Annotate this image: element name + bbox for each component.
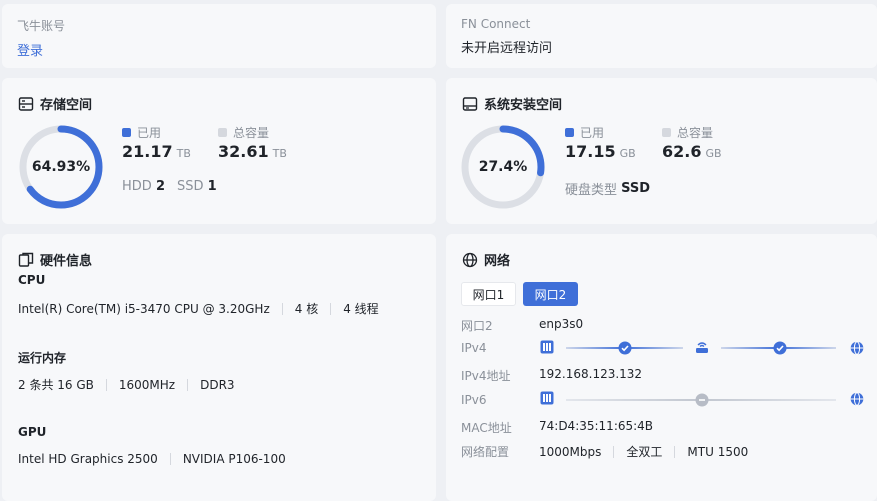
disk-counts: HDD 2 SSD 1 <box>122 179 217 194</box>
storage-total-value: 32.61 TB <box>218 142 287 161</box>
router-icon <box>696 342 708 353</box>
hardware-card[interactable]: 硬件信息 CPU Intel(R) Core(TM) i5-3470 CPU @… <box>2 234 436 501</box>
hardware-title-text: 硬件信息 <box>40 254 93 269</box>
cpu-info: Intel(R) Core(TM) i5-3470 CPU @ 3.20GHz … <box>18 300 379 317</box>
ipv4-label: IPv4 <box>461 341 487 355</box>
fn-connect-label: FN Connect <box>461 17 531 31</box>
ipv4-check-icon-2 <box>773 341 787 355</box>
login-link[interactable]: 登录 <box>17 40 43 59</box>
internet-globe-icon-ipv6 <box>850 392 864 406</box>
network-title: 网络 <box>462 250 510 269</box>
iface-value: enp3s0 <box>539 317 584 331</box>
ipv4-check-icon-1 <box>618 341 632 355</box>
fn-connect-status: 未开启远程访问 <box>461 41 553 56</box>
ipv6-label: IPv6 <box>461 393 487 407</box>
hardware-title: 硬件信息 <box>18 250 92 269</box>
memory-frequency: 1600MHz <box>118 377 176 392</box>
gpu-2: NVIDIA P106-100 <box>182 452 286 466</box>
memory-label: 运行内存 <box>18 351 67 365</box>
drive-icon <box>462 96 478 111</box>
storage-total-legend: 总容量 <box>218 124 269 141</box>
network-title-text: 网络 <box>484 254 511 269</box>
system-total-legend: 总容量 <box>662 124 713 141</box>
gpu-label: GPU <box>18 425 47 439</box>
system-used-value: 17.15 GB <box>565 142 636 161</box>
internet-globe-icon-ipv4 <box>850 341 864 355</box>
system-total-value: 62.6 GB <box>662 142 722 161</box>
storage-title: 存储空间 <box>18 94 92 113</box>
ipv6-disconnected-icon <box>695 393 709 407</box>
tab-port-1[interactable]: 网口1 <box>461 282 516 306</box>
globe-icon <box>462 252 478 267</box>
mac-address: 74:D4:35:11:65:4B <box>539 419 654 433</box>
mac-label: MAC地址 <box>461 421 512 435</box>
cpu-label: CPU <box>18 273 46 287</box>
gpu-1: Intel HD Graphics 2500 <box>18 452 158 466</box>
network-card[interactable]: 网络 网口1 网口2 网口2 enp3s0 IPv4 IPv4地址 192.16… <box>446 234 877 501</box>
nic-icon <box>540 340 554 354</box>
storage-used-value: 21.17 TB <box>122 142 191 161</box>
fn-connect-card[interactable]: FN Connect 未开启远程访问 <box>446 4 877 68</box>
ipv4-address: 192.168.123.132 <box>539 367 643 381</box>
link-speed: 1000Mbps <box>539 444 602 459</box>
disk-type: 硬盘类型 SSD <box>565 181 651 198</box>
memory-size: 2 条共 16 GB <box>18 378 94 392</box>
storage-percent: 64.93% <box>31 159 91 175</box>
iface-label: 网口2 <box>461 319 493 333</box>
system-percent: 27.4% <box>478 159 528 175</box>
cpu-threads: 4 线程 <box>343 302 379 316</box>
network-config: 1000Mbps 全双工 MTU 1500 <box>539 443 748 460</box>
system-space-title-text: 系统安装空间 <box>484 98 563 113</box>
system-gauge: 27.4% <box>460 124 546 210</box>
account-card: 飞牛账号 登录 <box>2 4 436 68</box>
storage-gauge: 64.93% <box>18 124 104 210</box>
system-used-legend: 已用 <box>565 124 604 141</box>
system-space-title: 系统安装空间 <box>462 94 562 113</box>
cpu-cores: 4 核 <box>294 302 319 316</box>
hardware-icon <box>18 252 34 267</box>
nic-icon-ipv6 <box>540 391 554 405</box>
system-space-card[interactable]: 系统安装空间 27.4% 已用 17.15 GB 总容量 62.6 GB 硬盘类型 … <box>446 78 877 224</box>
gpu-info: Intel HD Graphics 2500 NVIDIA P106-100 <box>18 452 286 466</box>
ipv4-address-label: IPv4地址 <box>461 369 511 383</box>
storage-title-text: 存储空间 <box>40 98 93 113</box>
memory-info: 2 条共 16 GB 1600MHz DDR3 <box>18 376 235 393</box>
mtu: MTU 1500 <box>687 444 749 459</box>
memory-type: DDR3 <box>200 377 235 392</box>
network-config-label: 网络配置 <box>461 445 510 459</box>
duplex-mode: 全双工 <box>626 445 663 459</box>
storage-card[interactable]: 存储空间 64.93% 已用 21.17 TB 总容量 32.61 TB HDD 2… <box>2 78 436 224</box>
tab-port-2[interactable]: 网口2 <box>523 282 578 306</box>
account-label: 飞牛账号 <box>17 19 66 33</box>
storage-used-legend: 已用 <box>122 124 161 141</box>
storage-icon <box>18 96 34 111</box>
cpu-model: Intel(R) Core(TM) i5-3470 CPU @ 3.20GHz <box>18 301 270 316</box>
